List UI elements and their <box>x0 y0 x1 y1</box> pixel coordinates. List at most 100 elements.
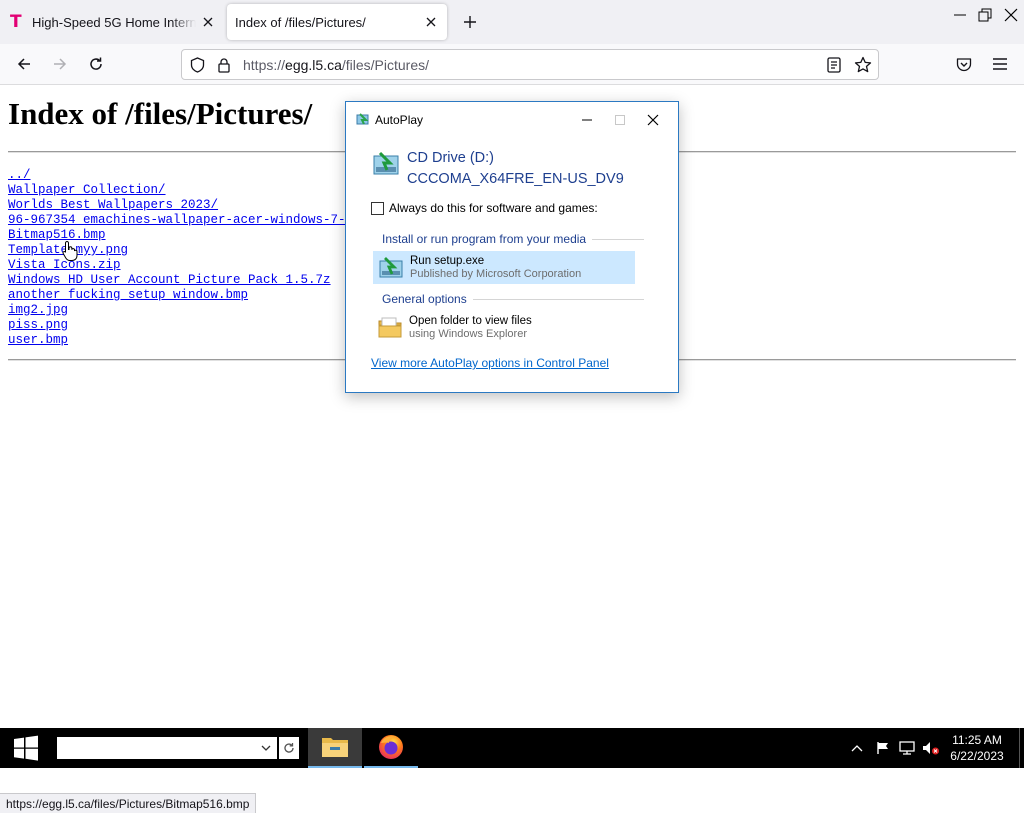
restore-button[interactable] <box>972 0 998 30</box>
url-scheme: https:// <box>243 57 286 73</box>
shield-icon[interactable] <box>185 53 209 77</box>
url-text[interactable]: https://egg.l5.ca/files/Pictures/ <box>243 57 429 73</box>
close-icon[interactable] <box>419 10 443 34</box>
section-install-label: Install or run program from your media <box>382 232 587 246</box>
file-link[interactable]: 96-967354_emachines-wallpaper-acer-windo… <box>8 213 383 228</box>
always-do-this-label: Always do this for software and games: <box>389 201 598 215</box>
taskbar-search-refresh-button[interactable] <box>279 737 299 759</box>
show-desktop-button[interactable] <box>1019 728 1020 768</box>
close-icon <box>1004 8 1018 22</box>
checkbox-box[interactable] <box>371 201 384 215</box>
minimize-button[interactable] <box>947 0 973 30</box>
tab-label: Index of /files/Pictures/ <box>235 14 366 30</box>
minimize-icon <box>954 14 966 16</box>
network-icon <box>899 741 915 755</box>
run-setup-publisher: Published by Microsoft Corporation <box>410 267 582 280</box>
app-menu-button[interactable] <box>986 50 1014 78</box>
link-status-bar: https://egg.l5.ca/files/Pictures/Bitmap5… <box>0 793 257 813</box>
file-link[interactable]: Wallpaper Collection/ <box>8 183 383 198</box>
volume-label: CCCOMA_X64FRE_EN-US_DV9 <box>407 171 624 187</box>
restore-icon <box>978 8 992 22</box>
chevron-down-icon[interactable] <box>260 741 272 755</box>
reload-icon <box>90 57 102 70</box>
navigation-toolbar: https://egg.l5.ca/files/Pictures/ <box>0 44 1024 85</box>
network-button[interactable] <box>896 736 918 760</box>
forward-icon <box>54 58 67 70</box>
clock-date: 6/22/2023 <box>950 749 1004 763</box>
url-host: egg.l5.ca <box>285 57 342 73</box>
minimize-icon <box>582 119 592 121</box>
firefox-icon <box>379 735 403 759</box>
file-link[interactable]: img2.jpg <box>8 303 383 318</box>
cd-drive-icon <box>373 151 399 175</box>
taskbar-search-input[interactable] <box>57 737 277 759</box>
forward-button[interactable] <box>46 50 74 78</box>
bookmark-star-icon[interactable] <box>851 53 875 77</box>
file-link[interactable]: piss.png <box>8 318 383 333</box>
run-setup-option[interactable]: Run setup.exe Published by Microsoft Cor… <box>373 251 635 284</box>
autoplay-dialog: AutoPlay CD Drive (D:) CCCOMA_X64FRE_EN-… <box>345 101 679 393</box>
tab-strip: T High-Speed 5G Home Internet Index of /… <box>0 0 1024 44</box>
dialog-maximize-button <box>608 108 632 132</box>
setup-icon <box>379 256 403 277</box>
back-icon <box>17 58 30 70</box>
file-explorer-icon <box>322 738 348 757</box>
close-window-button[interactable] <box>998 0 1024 30</box>
hand-cursor-icon <box>62 240 78 261</box>
control-panel-link[interactable]: View more AutoPlay options in Control Pa… <box>371 356 609 370</box>
reader-view-icon[interactable] <box>822 53 846 77</box>
back-button[interactable] <box>10 50 38 78</box>
drive-name: CD Drive (D:) <box>407 150 494 166</box>
dialog-title: AutoPlay <box>375 113 424 127</box>
always-do-this-checkbox[interactable]: Always do this for software and games: <box>371 201 598 215</box>
new-tab-button[interactable] <box>456 8 484 36</box>
chevron-up-icon <box>851 745 863 752</box>
autoplay-icon <box>356 113 369 125</box>
url-path: /files/Pictures/ <box>341 57 429 73</box>
pocket-icon <box>956 57 972 71</box>
section-install-header: Install or run program from your media <box>382 232 644 246</box>
open-folder-option[interactable]: Open folder to view files using Windows … <box>373 311 635 344</box>
file-link-parent[interactable]: ../ <box>8 168 383 183</box>
tab-tmobile[interactable]: T High-Speed 5G Home Internet <box>0 4 224 40</box>
clock-time: 11:25 AM <box>952 733 1002 747</box>
section-divider <box>472 298 644 300</box>
action-center-flag-button[interactable] <box>872 736 894 760</box>
dialog-close-button[interactable] <box>641 108 665 132</box>
taskbar-clock[interactable]: 11:25 AM 6/22/2023 <box>940 732 1014 766</box>
taskbar-file-explorer[interactable] <box>308 728 362 768</box>
tab-label: High-Speed 5G Home Internet <box>32 14 196 30</box>
reload-icon <box>284 743 294 753</box>
volume-muted-icon <box>923 742 939 755</box>
close-icon[interactable] <box>196 10 220 34</box>
start-button[interactable] <box>0 728 52 768</box>
flag-icon <box>877 742 888 754</box>
reload-button[interactable] <box>82 50 110 78</box>
volume-button[interactable] <box>920 736 942 760</box>
folder-icon <box>378 317 402 337</box>
tmobile-logo-icon: T <box>10 12 22 32</box>
close-icon <box>647 114 659 126</box>
section-divider <box>592 238 644 240</box>
tab-index-pictures[interactable]: Index of /files/Pictures/ <box>227 4 447 40</box>
address-bar[interactable]: https://egg.l5.ca/files/Pictures/ <box>181 49 879 80</box>
taskbar: 11:25 AM 6/22/2023 <box>0 728 1024 768</box>
run-setup-title: Run setup.exe <box>410 254 485 267</box>
dialog-title-bar[interactable]: AutoPlay <box>346 102 678 136</box>
open-folder-subtitle: using Windows Explorer <box>409 327 527 340</box>
dialog-minimize-button[interactable] <box>575 108 599 132</box>
file-link[interactable]: Windows HD User Account Picture Pack 1.5… <box>8 273 383 288</box>
file-link[interactable]: another_fucking_setup_window.bmp <box>8 288 383 303</box>
open-folder-title: Open folder to view files <box>409 314 532 327</box>
section-general-header: General options <box>382 292 644 306</box>
menu-icon <box>993 58 1007 70</box>
section-general-label: General options <box>382 292 467 306</box>
windows-start-icon <box>14 735 38 761</box>
file-link[interactable]: user.bmp <box>8 333 383 348</box>
show-hidden-icons-button[interactable] <box>846 736 868 760</box>
taskbar-firefox[interactable] <box>364 728 418 768</box>
pocket-button[interactable] <box>950 50 978 78</box>
lock-icon[interactable] <box>212 53 236 77</box>
page-title: Index of /files/Pictures/ <box>8 96 313 131</box>
file-link[interactable]: Worlds Best Wallpapers 2023/ <box>8 198 383 213</box>
